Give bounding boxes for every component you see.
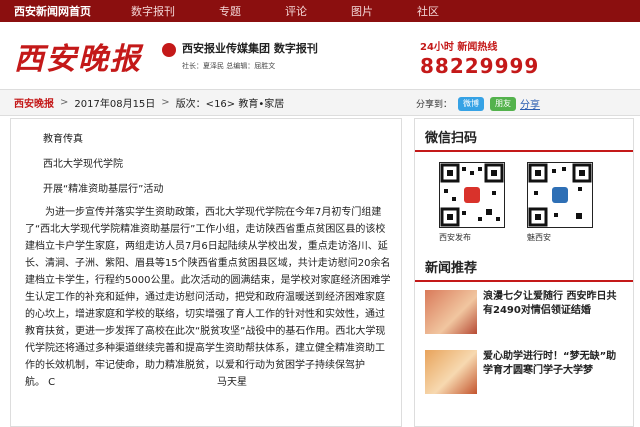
nav-community[interactable]: 社区 — [395, 3, 461, 19]
article-end: 航。 C — [25, 377, 56, 388]
qr-caption: 魅西安 — [527, 233, 551, 242]
crumb-separator: > — [60, 97, 69, 108]
news-thumbnail[interactable] — [425, 350, 477, 394]
site-logo[interactable]: 西安晚报 — [14, 34, 142, 78]
article-title: 开展“精准资助基层行”活动 — [43, 184, 164, 195]
article-panel: 教育传真 西北大学现代学院 开展“精准资助基层行”活动 为进一步宣传并落实学生资… — [10, 118, 402, 427]
crumb-edition[interactable]: 版次：<16> 教育•家居 — [176, 95, 285, 110]
top-nav: 西安新闻网首页 数字报刊 专题 评论 图片 社区 — [0, 0, 640, 22]
crumb-separator: > — [161, 97, 170, 108]
qr-mei-xian: 魅西安 — [527, 162, 599, 243]
staff-info: 社长：夏泽民 总编辑：屈胜文 — [182, 62, 276, 70]
nav-comment[interactable]: 评论 — [263, 3, 329, 19]
article-author: 马天星 — [217, 377, 247, 388]
masthead: 西安晚报 西安报业传媒集团 数字报刊 社长：夏泽民 总编辑：屈胜文 24小时 新… — [0, 22, 640, 90]
news-title[interactable]: 爱心助学进行时！“梦无缺”助学育才圆寒门学子大学梦 — [483, 350, 623, 394]
hotline-title: 24小时 新闻热线 — [420, 42, 498, 53]
share-link[interactable]: 分享 — [520, 96, 540, 111]
hotline-number: 88229999 — [420, 54, 540, 78]
qr-code-icon — [439, 162, 505, 228]
nav-photos[interactable]: 图片 — [329, 3, 395, 19]
share-weibo-button[interactable]: 微博 — [458, 96, 485, 111]
nav-home[interactable]: 西安新闻网首页 — [0, 3, 109, 19]
article-org: 西北大学现代学院 — [43, 159, 123, 170]
news-section-title: 新闻推荐 — [415, 249, 633, 282]
share-label: 分享到： — [416, 100, 453, 110]
nav-topics[interactable]: 专题 — [197, 3, 263, 19]
article-column: 教育传真 — [43, 134, 83, 145]
news-item[interactable]: 浪漫七夕让爱随行 西安昨日共有2490对情侣领证结婚 — [415, 282, 633, 342]
news-item[interactable]: 爱心助学进行时！“梦无缺”助学育才圆寒门学子大学梦 — [415, 342, 633, 402]
news-thumbnail[interactable] — [425, 290, 477, 334]
crumb-date[interactable]: 2017年08月15日 — [74, 95, 155, 110]
qr-xian-fabu: 西安发布 — [439, 162, 511, 243]
article-body: 为进一步宣传并落实学生资助政策，西北大学现代学院在今年7月初专门组建了“西北大学… — [25, 207, 391, 371]
group-name: 西安报业传媒集团 数字报刊 — [182, 42, 318, 55]
sidebar: 微信扫码 西安发布 魅西安 新闻推荐 浪漫七夕让爱随行 西安昨日共有2490对情… — [414, 118, 634, 427]
qr-row: 西安发布 魅西安 — [415, 152, 633, 243]
qr-section-title: 微信扫码 — [415, 119, 633, 152]
nav-digital[interactable]: 数字报刊 — [109, 3, 197, 19]
share-wechat-button[interactable]: 朋友 — [490, 96, 517, 111]
article-signature: 航。 C 马天星 — [11, 374, 401, 391]
breadcrumb: 西安晚报 > 2017年08月15日 > 版次：<16> 教育•家居 分享到： … — [0, 90, 640, 116]
share-bar: 分享到： 微博 朋友 分享 — [416, 96, 540, 111]
group-logo-icon — [162, 43, 176, 57]
crumb-home[interactable]: 西安晚报 — [14, 95, 54, 110]
news-title[interactable]: 浪漫七夕让爱随行 西安昨日共有2490对情侣领证结婚 — [483, 290, 623, 334]
qr-caption: 西安发布 — [439, 233, 471, 242]
qr-code-icon — [527, 162, 593, 228]
